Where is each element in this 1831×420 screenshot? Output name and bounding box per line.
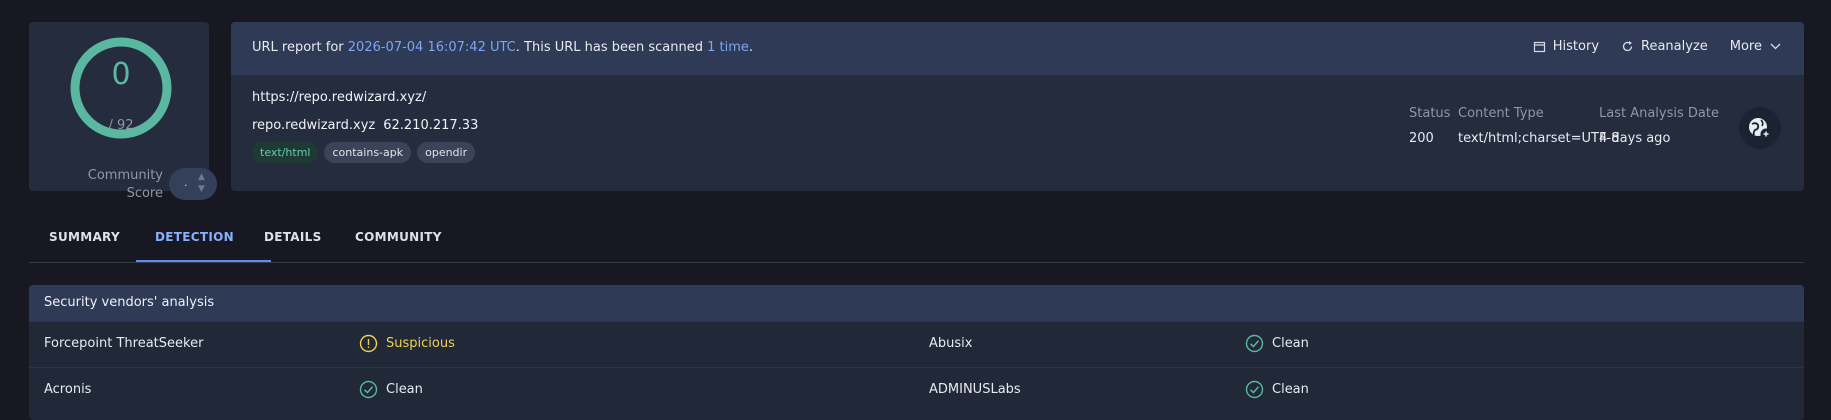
vendor-analysis-panel: Security vendors' analysis Forcepoint Th… xyxy=(29,285,1804,420)
reanalyze-button[interactable]: Reanalyze xyxy=(1621,39,1708,54)
web-link-button[interactable] xyxy=(1739,107,1781,149)
detection-count: 0 xyxy=(111,57,131,92)
scan-count-link[interactable]: 1 time xyxy=(707,40,749,55)
report-actions: History Reanalyze More xyxy=(1533,39,1782,54)
vendor-name: Acronis xyxy=(44,382,92,397)
chevron-down-icon xyxy=(1770,43,1781,50)
url-report-card: URL report for 2026-07-04 16:07:42 UTC. … xyxy=(231,22,1804,191)
tab-details[interactable]: DETAILS xyxy=(264,230,322,244)
vendor-name: ADMINUSLabs xyxy=(929,382,1021,397)
scanned-url: https://repo.redwizard.xyz/ xyxy=(252,90,427,105)
check-circle-icon xyxy=(359,380,378,399)
vote-down-icon[interactable]: ▼ xyxy=(198,184,205,194)
tab-detection[interactable]: DETECTION xyxy=(155,230,234,244)
vendor-name: Forcepoint ThreatSeeker xyxy=(44,336,204,351)
tab-community[interactable]: COMMUNITY xyxy=(355,230,442,244)
tag-text-html[interactable]: text/html xyxy=(252,142,319,163)
status-value: 200 xyxy=(1409,131,1434,146)
warning-icon xyxy=(359,334,378,353)
tag-contains-apk[interactable]: contains-apk xyxy=(324,142,412,163)
report-header: URL report for 2026-07-04 16:07:42 UTC. … xyxy=(231,22,1804,75)
vendor-name: Abusix xyxy=(929,336,973,351)
table-row: Acronis Clean ADMINUSLabs Clean xyxy=(29,367,1804,414)
active-tab-indicator xyxy=(136,260,271,262)
last-analysis-value: 4 days ago xyxy=(1599,131,1671,146)
content-type-label: Content Type xyxy=(1458,106,1544,121)
host-name[interactable]: repo.redwizard.xyz xyxy=(252,118,375,133)
vendor-verdict: Clean xyxy=(359,380,423,399)
vendor-verdict: Clean xyxy=(1245,334,1309,353)
report-summary-line: URL report for 2026-07-04 16:07:42 UTC. … xyxy=(252,40,754,55)
detection-score-card: 0 / 92 Community Score · ▲ ▼ xyxy=(29,22,217,201)
last-analysis-label: Last Analysis Date xyxy=(1599,106,1719,121)
check-circle-icon xyxy=(1245,380,1264,399)
report-tabs: SUMMARY DETECTION DETAILS COMMUNITY xyxy=(29,206,1804,263)
community-vote-value: · xyxy=(184,179,188,192)
last-analysis-meta: Last Analysis Date 4 days ago xyxy=(1599,106,1719,146)
vendor-verdict: Clean xyxy=(1245,380,1309,399)
content-type-meta: Content Type text/html;charset=UTF-8 xyxy=(1458,106,1619,146)
status-meta: Status 200 xyxy=(1409,106,1450,146)
report-date-link[interactable]: 2026-07-04 16:07:42 UTC xyxy=(348,40,516,55)
vote-up-icon[interactable]: ▲ xyxy=(198,172,205,182)
vendor-analysis-title: Security vendors' analysis xyxy=(44,295,215,310)
table-row: Forcepoint ThreatSeeker Suspicious Abusi… xyxy=(29,321,1804,368)
community-vote-control[interactable]: · ▲ ▼ xyxy=(169,168,217,200)
status-label: Status xyxy=(1409,106,1451,121)
tab-summary[interactable]: SUMMARY xyxy=(49,230,120,244)
vendor-analysis-header: Security vendors' analysis xyxy=(29,285,1804,321)
ip-address[interactable]: 62.210.217.33 xyxy=(383,118,478,133)
refresh-icon xyxy=(1622,41,1633,52)
community-score-label: Community Score xyxy=(87,168,163,201)
content-type-value: text/html;charset=UTF-8 xyxy=(1458,131,1620,146)
check-circle-icon xyxy=(1245,334,1264,353)
history-button[interactable]: History xyxy=(1533,39,1599,54)
vendor-verdict: Suspicious xyxy=(359,334,455,353)
url-tags: text/html contains-apk opendir xyxy=(252,142,476,163)
tag-opendir[interactable]: opendir xyxy=(417,142,476,163)
detection-total: / 92 xyxy=(108,118,134,133)
calendar-icon xyxy=(1533,41,1545,53)
more-button[interactable]: More xyxy=(1730,39,1782,54)
host-line: repo.redwizard.xyz 62.210.217.33 xyxy=(252,118,478,133)
globe-link-icon xyxy=(1749,118,1772,140)
